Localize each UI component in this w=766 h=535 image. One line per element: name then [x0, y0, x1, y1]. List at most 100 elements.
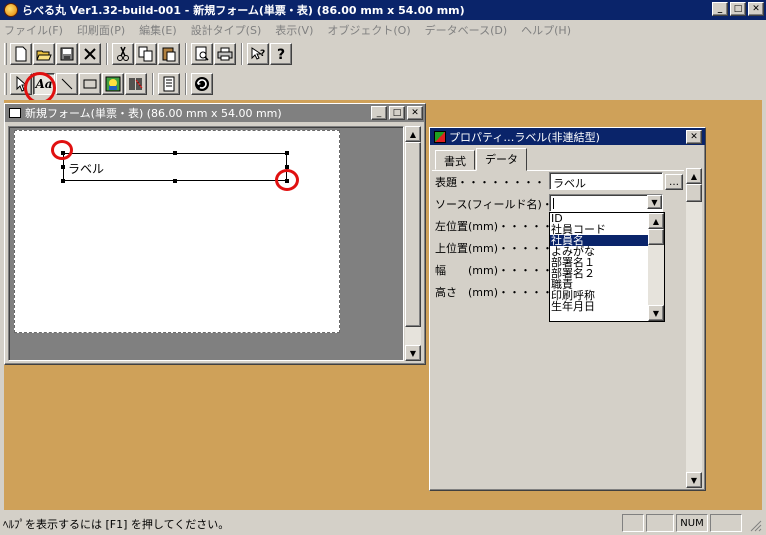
- caption-field[interactable]: ラベル: [549, 172, 663, 190]
- refresh-button[interactable]: [191, 73, 213, 95]
- save-icon: [60, 47, 74, 61]
- print-icon: [217, 47, 233, 61]
- form-maximize-button[interactable]: □: [389, 106, 405, 120]
- resize-handle[interactable]: [173, 151, 177, 155]
- open-button[interactable]: [33, 43, 55, 65]
- resize-handle[interactable]: [173, 179, 177, 183]
- property-window[interactable]: プロパティ…ラベル(非連結型) ✕ 書式 データ 表題・・・・・・・・・・ ラベ…: [429, 127, 706, 491]
- form-window-title: 新規フォーム(単票・表) (86.00 mm x 54.00 mm): [25, 107, 282, 120]
- property-icon: [434, 130, 446, 143]
- toolbar-grip-2[interactable]: [4, 73, 7, 95]
- form-minimize-button[interactable]: _: [371, 106, 387, 120]
- copy-icon: [138, 46, 153, 62]
- source-dropdown-list[interactable]: ID 社員コード 社員名 よみがな 部署名１ 部署名２ 職責 印刷呼称 生年月日…: [549, 212, 665, 322]
- delete-button[interactable]: [79, 43, 101, 65]
- main-title-bar[interactable]: らべる丸 Ver1.32-build-001 - 新規フォーム(単票・表) (8…: [0, 0, 766, 20]
- menu-print-surface[interactable]: 印刷面(P): [77, 22, 125, 38]
- maximize-button[interactable]: □: [730, 2, 746, 16]
- menu-help[interactable]: ヘルプ(H): [521, 22, 571, 38]
- line-icon: [61, 78, 73, 90]
- dropdown-scroll-down[interactable]: ▼: [648, 305, 664, 321]
- tab-format[interactable]: 書式: [435, 150, 475, 170]
- refresh-icon: [195, 77, 209, 91]
- menu-file[interactable]: ファイル(F): [4, 22, 63, 38]
- tab-data[interactable]: データ: [476, 148, 527, 171]
- barcode-tool-button[interactable]: [125, 73, 147, 95]
- label-paper[interactable]: ラベル: [14, 130, 340, 333]
- menu-design-type[interactable]: 設計タイプ(S): [191, 22, 262, 38]
- print-preview-icon: [195, 46, 209, 61]
- source-field-select[interactable]: ▼: [549, 194, 663, 212]
- resize-handle[interactable]: [285, 151, 289, 155]
- prop-scroll-thumb[interactable]: [686, 184, 702, 202]
- status-panel-2: [646, 514, 674, 532]
- new-icon: [15, 46, 27, 62]
- list-item[interactable]: 生年月日: [550, 301, 648, 312]
- copy-button[interactable]: [135, 43, 157, 65]
- delete-icon: [84, 48, 96, 60]
- menu-edit[interactable]: 編集(E): [139, 22, 177, 38]
- prop-scroll-down[interactable]: ▼: [686, 472, 702, 488]
- scroll-up-button[interactable]: ▲: [405, 126, 421, 142]
- label-object[interactable]: ラベル: [63, 153, 287, 181]
- label-object-text: ラベル: [68, 162, 105, 176]
- highlight-circle-bottom-right: [275, 169, 299, 191]
- status-panel-4: [710, 514, 742, 532]
- prop-label-caption: 表題・・・・・・・・・・: [435, 176, 567, 189]
- list-tool-button[interactable]: [158, 73, 180, 95]
- save-button[interactable]: [56, 43, 78, 65]
- svg-text:?: ?: [260, 49, 265, 59]
- property-window-title-bar[interactable]: プロパティ…ラベル(非連結型) ✕: [430, 128, 705, 145]
- help-icon: ?: [277, 47, 285, 62]
- cut-icon: [117, 46, 129, 61]
- print-button[interactable]: [214, 43, 236, 65]
- help-button[interactable]: ?: [270, 43, 292, 65]
- dropdown-scroll-up[interactable]: ▲: [648, 213, 664, 229]
- form-window-title-bar[interactable]: 新規フォーム(単票・表) (86.00 mm x 54.00 mm) _ □ ✕: [5, 104, 425, 122]
- print-preview-button[interactable]: [191, 43, 213, 65]
- status-text: ﾍﾙﾌﾟを表示するには [F1] を押してください。: [3, 517, 230, 531]
- scroll-down-button[interactable]: ▼: [405, 345, 421, 361]
- form-close-button[interactable]: ✕: [407, 106, 423, 120]
- dropdown-scroll-thumb[interactable]: [648, 229, 664, 245]
- app-icon: [4, 3, 18, 17]
- minimize-button[interactable]: _: [712, 2, 728, 16]
- paste-icon: [162, 47, 176, 62]
- status-bar: ﾍﾙﾌﾟを表示するには [F1] を押してください。 NUM: [0, 512, 766, 535]
- cut-button[interactable]: [112, 43, 134, 65]
- dropdown-scrollbar[interactable]: ▲ ▼: [648, 213, 664, 321]
- toolbar-grip[interactable]: [4, 43, 7, 65]
- new-button[interactable]: [10, 43, 32, 65]
- caption-ellipsis-button[interactable]: …: [665, 174, 683, 190]
- svg-text:?: ?: [277, 47, 285, 62]
- scroll-thumb[interactable]: [405, 142, 421, 327]
- line-tool-button[interactable]: [56, 73, 78, 95]
- rectangle-tool-button[interactable]: [79, 73, 101, 95]
- menu-database[interactable]: データベース(D): [425, 22, 508, 38]
- highlight-circle-top-left: [51, 140, 73, 160]
- property-close-button[interactable]: ✕: [686, 130, 702, 144]
- size-grip[interactable]: [746, 516, 762, 532]
- rectangle-icon: [83, 79, 97, 89]
- document-icon: [9, 108, 21, 118]
- property-vertical-scrollbar[interactable]: ▲ ▼: [686, 168, 702, 488]
- main-window-title: らべる丸 Ver1.32-build-001 - 新規フォーム(単票・表) (8…: [22, 4, 465, 17]
- prop-scroll-up[interactable]: ▲: [686, 168, 702, 184]
- pointer-help-button[interactable]: ?: [247, 43, 269, 65]
- close-button[interactable]: ✕: [748, 2, 764, 16]
- menu-object[interactable]: オブジェクト(O): [327, 22, 410, 38]
- form-design-canvas[interactable]: ラベル: [8, 126, 404, 361]
- resize-handle[interactable]: [61, 179, 65, 183]
- chevron-down-icon[interactable]: ▼: [647, 195, 662, 209]
- menu-view[interactable]: 表示(V): [275, 22, 313, 38]
- paste-button[interactable]: [158, 43, 180, 65]
- form-vertical-scrollbar[interactable]: ▲ ▼: [405, 126, 421, 361]
- standard-toolbar: ? ?: [4, 43, 293, 65]
- form-window[interactable]: 新規フォーム(単票・表) (86.00 mm x 54.00 mm) _ □ ✕…: [4, 103, 426, 365]
- image-icon: [105, 76, 121, 92]
- image-tool-button[interactable]: [102, 73, 124, 95]
- resize-handle[interactable]: [61, 165, 65, 169]
- property-window-title: プロパティ…ラベル(非連結型): [449, 130, 600, 144]
- status-num-indicator: NUM: [676, 514, 708, 532]
- menu-bar: ファイル(F) 印刷面(P) 編集(E) 設計タイプ(S) 表示(V) オブジェ…: [0, 20, 766, 39]
